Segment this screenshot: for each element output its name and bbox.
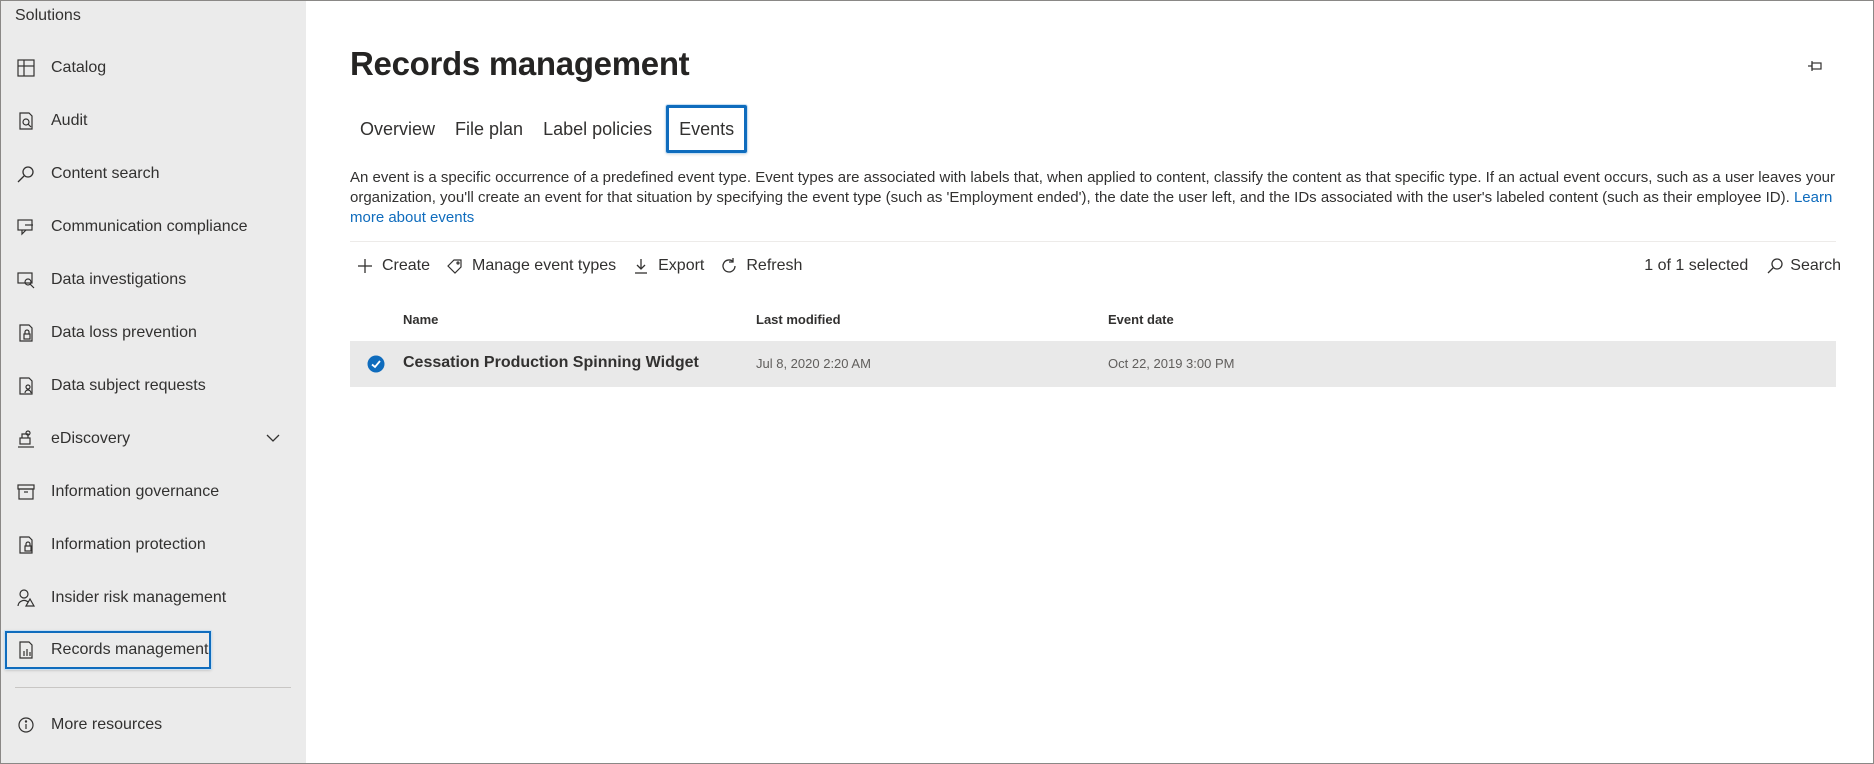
records-icon [15, 639, 37, 661]
main-content: Records management Overview File plan La… [306, 1, 1873, 763]
tag-icon [447, 259, 462, 274]
info-icon [15, 714, 37, 736]
sidebar-item-information-governance[interactable]: Information governance [7, 473, 291, 511]
sidebar-item-audit[interactable]: Audit [7, 102, 291, 140]
sidebar-item-ediscovery[interactable]: eDiscovery [7, 420, 291, 458]
search-icon [15, 163, 37, 185]
sidebar-item-label: More resources [51, 716, 163, 733]
person-document-icon [15, 375, 37, 397]
tab-events[interactable]: Events [666, 105, 748, 153]
manage-event-types-button[interactable]: Manage event types [446, 257, 616, 275]
tab-file-plan[interactable]: File plan [445, 105, 533, 153]
person-warning-icon [15, 587, 37, 609]
sidebar-item-label: Content search [51, 165, 160, 182]
page-description: An event is a specific occurrence of a p… [350, 168, 1850, 228]
sidebar-item-data-investigations[interactable]: Data investigations [7, 261, 291, 299]
sidebar: Solutions Catalog Audit Content search C… [1, 1, 306, 763]
sidebar-item-label: Audit [51, 112, 88, 129]
tab-bar: Overview File plan Label policies Events [350, 105, 748, 153]
sidebar-item-insider-risk-management[interactable]: Insider risk management [7, 579, 291, 617]
sidebar-item-data-subject-requests[interactable]: Data subject requests [7, 367, 291, 405]
lock-document-icon [15, 322, 37, 344]
cell-name: Cessation Production Spinning Widget [403, 354, 699, 371]
table-header: Name Last modified Event date [350, 301, 1836, 337]
sidebar-item-label: Catalog [51, 59, 107, 76]
sidebar-item-label: Data subject requests [51, 377, 206, 394]
page-title: Records management [350, 45, 690, 82]
manage-event-types-label: Manage event types [472, 257, 617, 274]
chat-icon [15, 216, 37, 238]
search-button[interactable]: Search [1766, 257, 1841, 275]
pin-icon[interactable] [1806, 57, 1824, 75]
catalog-icon [15, 57, 37, 79]
sidebar-item-label: eDiscovery [51, 430, 131, 447]
checkmark-circle-icon[interactable] [367, 355, 385, 373]
sidebar-item-label: Records management [51, 641, 209, 658]
cell-last-modified: Jul 8, 2020 2:20 AM [756, 356, 871, 371]
command-bar: Create Manage event types Export Refresh [356, 251, 818, 281]
export-button[interactable]: Export [632, 257, 704, 275]
sidebar-item-label: Data investigations [51, 271, 187, 288]
search-label: Search [1790, 257, 1841, 274]
description-text: An event is a specific occurrence of a p… [350, 169, 1835, 206]
refresh-button[interactable]: Refresh [720, 257, 802, 275]
column-header-last-modified[interactable]: Last modified [756, 312, 841, 327]
search-icon [1767, 258, 1783, 274]
table-row[interactable]: Cessation Production Spinning Widget Jul… [350, 341, 1836, 387]
sidebar-divider [15, 687, 291, 688]
shield-document-icon [15, 534, 37, 556]
refresh-label: Refresh [746, 257, 803, 274]
export-label: Export [658, 257, 705, 274]
sidebar-item-more-resources[interactable]: More resources [7, 706, 291, 744]
sidebar-item-records-management[interactable]: Records management [5, 631, 211, 669]
ediscovery-icon [15, 428, 37, 450]
command-bar-right: 1 of 1 selected Search [1644, 251, 1841, 281]
create-button[interactable]: Create [356, 257, 430, 275]
column-header-name[interactable]: Name [403, 312, 438, 327]
refresh-icon [722, 258, 737, 273]
chevron-down-icon[interactable] [265, 430, 281, 446]
sidebar-item-label: Data loss prevention [51, 324, 197, 341]
cell-event-date: Oct 22, 2019 3:00 PM [1108, 356, 1235, 371]
add-icon [358, 259, 372, 273]
sidebar-heading: Solutions [15, 7, 81, 24]
sidebar-item-communication-compliance[interactable]: Communication compliance [7, 208, 291, 246]
sidebar-item-data-loss-prevention[interactable]: Data loss prevention [7, 314, 291, 352]
download-icon [635, 259, 648, 274]
sidebar-item-label: Communication compliance [51, 218, 248, 235]
archive-icon [15, 481, 37, 503]
toolbar-divider [350, 241, 1836, 242]
sidebar-item-catalog[interactable]: Catalog [7, 49, 291, 87]
sidebar-item-content-search[interactable]: Content search [7, 155, 291, 193]
tab-label-policies[interactable]: Label policies [533, 105, 662, 153]
column-header-event-date[interactable]: Event date [1108, 312, 1174, 327]
sidebar-item-information-protection[interactable]: Information protection [7, 526, 291, 564]
sidebar-item-label: Insider risk management [51, 589, 227, 606]
audit-icon [15, 110, 37, 132]
sidebar-item-label: Information governance [51, 483, 220, 500]
tab-overview[interactable]: Overview [350, 105, 445, 153]
selection-count: 1 of 1 selected [1644, 257, 1749, 274]
events-table: Name Last modified Event date Cessation … [350, 301, 1836, 387]
sidebar-item-label: Information protection [51, 536, 206, 553]
create-label: Create [382, 257, 431, 274]
investigation-icon [15, 269, 37, 291]
